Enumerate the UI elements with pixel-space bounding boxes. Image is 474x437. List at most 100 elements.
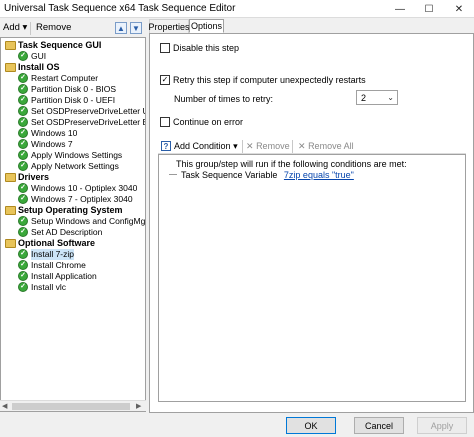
condition-type: Task Sequence Variable (181, 170, 278, 180)
checkmark-icon: ✓ (18, 161, 28, 171)
toolbar-divider (242, 140, 243, 153)
condition-item[interactable]: Task Sequence Variable 7zip equals "true… (181, 170, 354, 180)
checkmark-icon: ✓ (18, 51, 28, 61)
tree-step[interactable]: ✓ Install Application (1, 271, 145, 282)
checkmark-icon: ✓ (18, 84, 28, 94)
checkmark-icon: ✓ (18, 194, 28, 204)
tab-options[interactable]: Options (189, 19, 224, 33)
checkmark-icon: ✓ (18, 227, 28, 237)
remove-step-button[interactable]: Remove (36, 22, 71, 33)
tree-item-label: Apply Network Settings (31, 161, 119, 171)
tree-step[interactable]: ✓ Partition Disk 0 - UEFI (1, 95, 145, 106)
chevron-down-icon: ▾ (22, 22, 28, 33)
scroll-left-icon[interactable]: ◀ (2, 402, 7, 410)
disable-step-label: Disable this step (173, 43, 240, 53)
retry-count-select[interactable]: 2 ⌄ (356, 90, 398, 105)
close-button[interactable]: ✕ (445, 0, 473, 18)
maximize-button[interactable]: ☐ (415, 0, 443, 18)
scroll-right-icon[interactable]: ▶ (136, 402, 141, 410)
tree-horizontal-scrollbar[interactable]: ◀ ▶ (0, 400, 146, 411)
add-condition-label: Add Condition (174, 141, 231, 151)
tree-group[interactable]: Drivers (1, 172, 145, 183)
tree-step[interactable]: ✓ Install 7-zip (1, 249, 145, 260)
tree-group[interactable]: Task Sequence GUI (1, 40, 145, 51)
tree-step[interactable]: ✓ Windows 7 - Optiplex 3040 (1, 194, 145, 205)
add-label: Add (3, 22, 20, 33)
tree-step[interactable]: ✓ GUI (1, 51, 145, 62)
tree-step[interactable]: ✓ Windows 7 (1, 139, 145, 150)
task-sequence-tree[interactable]: Task Sequence GUI ✓ GUI Install OS ✓ Restart … (0, 37, 146, 412)
add-condition-button[interactable]: Add Condition ▾ (174, 141, 238, 152)
checkmark-icon: ✓ (18, 282, 28, 292)
tree-step[interactable]: ✓ Partition Disk 0 - BIOS (1, 84, 145, 95)
tree-item-label: Setup Windows and ConfigMgr (31, 216, 146, 226)
conditions-header: This group/step will run if the followin… (176, 159, 407, 169)
scroll-thumb[interactable] (12, 403, 130, 410)
tree-item-label: Install OS (18, 62, 60, 72)
tree-item-label: Install vlc (31, 282, 66, 292)
checkmark-icon: ✓ (18, 117, 28, 127)
tree-connector (169, 174, 177, 175)
tree-group[interactable]: Install OS (1, 62, 145, 73)
tab-properties[interactable]: Properties (148, 19, 190, 33)
tree-item-label: Setup Operating System (18, 205, 123, 215)
move-down-icon[interactable]: ▼ (130, 22, 142, 34)
retry-label: Retry this step if computer unexpectedly… (173, 75, 366, 85)
tree-item-label: Restart Computer (31, 73, 99, 83)
tree-step[interactable]: ✓ Apply Network Settings (1, 161, 145, 172)
cancel-button[interactable]: Cancel (354, 417, 404, 434)
checkmark-icon: ✓ (18, 150, 28, 160)
checkmark-icon: ✓ (18, 183, 28, 193)
continue-on-error-checkbox[interactable] (160, 117, 170, 127)
tree-step[interactable]: ✓ Set AD Description (1, 227, 145, 238)
conditions-list[interactable]: This group/step will run if the followin… (158, 154, 466, 402)
tree-group[interactable]: Setup Operating System (1, 205, 145, 216)
checkmark-icon: ✓ (18, 73, 28, 83)
disable-step-checkbox[interactable] (160, 43, 170, 53)
tree-step[interactable]: ✓ Windows 10 - Optiplex 3040 (1, 183, 145, 194)
add-menu-button[interactable]: Add ▾ (3, 22, 27, 33)
checkmark-icon: ✓ (18, 95, 28, 105)
remove-x-icon: ✕ (246, 141, 254, 151)
tree-step[interactable]: ✓Set OSDPreserveDriveLetter BIOS (1, 117, 145, 128)
tree-step[interactable]: ✓ Windows 10 (1, 128, 145, 139)
apply-button[interactable]: Apply (417, 417, 467, 434)
tree-item-label: Set AD Description (31, 227, 103, 237)
tree-item-label: Windows 7 (31, 139, 73, 149)
remove-condition-button[interactable]: ✕ Remove (246, 141, 290, 152)
tree-step[interactable]: ✓ Apply Windows Settings (1, 150, 145, 161)
minimize-button[interactable]: — (386, 0, 414, 18)
folder-icon (5, 63, 16, 72)
tree-item-label: GUI (31, 51, 47, 61)
tree-step[interactable]: ✓ Setup Windows and ConfigMgr (1, 216, 146, 227)
toolbar-divider (292, 140, 293, 153)
tree-group[interactable]: Optional Software (1, 238, 145, 249)
folder-icon (5, 206, 16, 215)
tree-item-label: Apply Windows Settings (31, 150, 123, 160)
help-icon: ? (161, 141, 171, 151)
tree-item-label: Partition Disk 0 - UEFI (31, 95, 116, 105)
continue-on-error-label: Continue on error (173, 117, 244, 127)
tree-step[interactable]: ✓ Restart Computer (1, 73, 145, 84)
tree-item-label: Install Application (31, 271, 97, 281)
folder-icon (5, 173, 16, 182)
chevron-down-icon: ⌄ (387, 93, 394, 102)
remove-all-conditions-button[interactable]: ✕ Remove All (298, 141, 354, 152)
tree-step[interactable]: ✓Set OSDPreserveDriveLetter UEFI (1, 106, 145, 117)
conditions-toolbar: ? Add Condition ▾ ✕ Remove ✕ Remove All (158, 139, 466, 154)
retry-checkbox[interactable]: ✓ (160, 75, 170, 85)
checkmark-icon: ✓ (18, 271, 28, 281)
tree-item-label: Partition Disk 0 - BIOS (31, 84, 117, 94)
retry-count-value: 2 (361, 93, 367, 103)
tree-item-label: Install Chrome (31, 260, 86, 270)
tree-step[interactable]: ✓ Install Chrome (1, 260, 145, 271)
tree-step[interactable]: ✓ Install vlc (1, 282, 145, 293)
tree-item-label: Set OSDPreserveDriveLetter UEFI (31, 106, 145, 116)
move-up-icon[interactable]: ▲ (115, 22, 127, 34)
condition-link[interactable]: 7zip equals "true" (284, 170, 354, 180)
ok-button[interactable]: OK (286, 417, 336, 434)
checkmark-icon: ✓ (18, 260, 28, 270)
checkmark-icon: ✓ (18, 216, 28, 226)
remove-condition-label: Remove (256, 141, 290, 151)
tree-item-label: Windows 7 - Optiplex 3040 (31, 194, 133, 204)
